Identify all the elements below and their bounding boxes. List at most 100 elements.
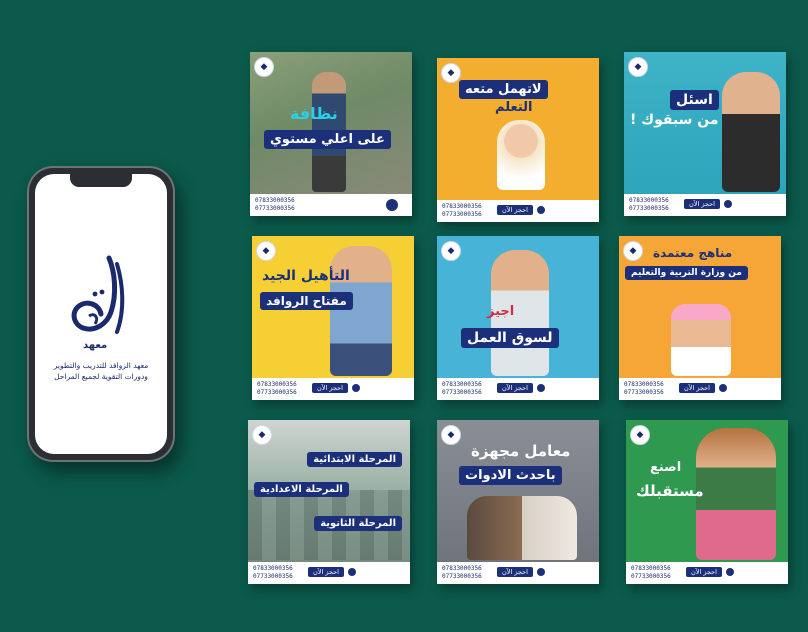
headline-1: لاتهمل متعه bbox=[459, 80, 548, 99]
phone-number-1: 07833000356 bbox=[255, 197, 295, 204]
headline-2: المرحلة الاعدادية bbox=[254, 482, 349, 497]
logo-badge: ◆ bbox=[441, 63, 461, 83]
headline-2: لسوق العمل bbox=[461, 328, 559, 348]
poster-footer: 07833000356 07733000356 احجز الآن bbox=[252, 378, 414, 400]
book-now-button: احجز الآن bbox=[308, 567, 344, 577]
caption-line-1: معهد الروافد للتدريب والتطوير bbox=[53, 361, 149, 370]
headline-2: من سبقوك ! bbox=[630, 112, 719, 128]
location-pin-icon bbox=[719, 384, 727, 392]
headline-2: على اعلي مستوي bbox=[264, 130, 391, 149]
headline-1: اسئل bbox=[670, 90, 719, 110]
phone-numbers: 07833000356 07733000356 bbox=[253, 565, 293, 580]
headline-2: مستقبلك bbox=[636, 482, 704, 500]
poster-card-curricula: ◆ مناهج معتمدة من وزارة التربية والتعليم… bbox=[619, 236, 781, 400]
logo-badge: ◆ bbox=[254, 57, 274, 77]
phone-number-1: 07833000356 bbox=[442, 381, 482, 388]
location-pin-icon bbox=[537, 568, 545, 576]
phone-numbers: 07833000356 07733000356 bbox=[629, 197, 669, 212]
book-now-button: احجز الآن bbox=[497, 567, 533, 577]
headline-1: مناهج معتمدة bbox=[653, 246, 733, 260]
phone-notch bbox=[70, 174, 132, 187]
poster-footer: 07833000356 07733000356 احجز الآن bbox=[437, 378, 599, 400]
logo-badge: ◆ bbox=[441, 425, 461, 445]
logo-badge: ◆ bbox=[256, 241, 276, 261]
headline-1: معامل مجهزة bbox=[471, 442, 571, 460]
logo-badge: ◆ bbox=[252, 425, 272, 445]
logo-word: معهد bbox=[83, 340, 108, 351]
poster-footer: 07833000356 07733000356 احجز الآن bbox=[626, 562, 788, 584]
logo-badge: ◆ bbox=[623, 241, 643, 261]
location-pin-icon bbox=[726, 568, 734, 576]
man-photo bbox=[722, 72, 780, 192]
phone-numbers: 07833000356 07733000356 bbox=[442, 381, 482, 396]
icon-row bbox=[386, 199, 398, 211]
poster-footer: 07833000356 07733000356 احجز الآن bbox=[437, 562, 599, 584]
poster-card-future: ◆ اصنع مستقبلك 07833000356 07733000356 اح… bbox=[626, 420, 788, 584]
phone-number-1: 07833000356 bbox=[257, 381, 297, 388]
book-now-button: احجز الآن bbox=[497, 383, 533, 393]
phone-numbers: 07833000356 07733000356 bbox=[442, 203, 482, 218]
institute-logo bbox=[71, 255, 125, 334]
poster-card-labs: ◆ معامل مجهزة باحدث الادوات 07833000356 0… bbox=[437, 420, 599, 584]
headline-1: المرحلة الابتدائية bbox=[307, 452, 402, 467]
headline-1: اصنع bbox=[650, 460, 682, 475]
phone-number-1: 07833000356 bbox=[631, 565, 671, 572]
phone-number-1: 07833000356 bbox=[442, 203, 482, 210]
book-now-button: احجز الآن bbox=[497, 205, 533, 215]
book-now-button: احجز الآن bbox=[684, 199, 720, 209]
student-photo bbox=[330, 246, 392, 376]
headline-2: مفتاح الروافد bbox=[260, 292, 353, 310]
phone-number-2: 07733000356 bbox=[624, 388, 664, 396]
phone-number-2: 07733000356 bbox=[257, 388, 297, 396]
woman-photo bbox=[696, 428, 776, 560]
girl-books-photo bbox=[671, 304, 731, 376]
poster-footer: 07833000356 07733000356 احجز الآن bbox=[624, 194, 786, 216]
headline-2: من وزارة التربية والتعليم bbox=[625, 266, 748, 280]
book-now-button: احجز الآن bbox=[679, 383, 715, 393]
poster-card-ask: ◆ اسئل من سبقوك ! 07833000356 07733000356… bbox=[624, 52, 786, 216]
phone-number-1: 07833000356 bbox=[629, 197, 669, 204]
poster-footer: 07833000356 07733000356 احجز الآن bbox=[248, 562, 410, 584]
logo-badge: ◆ bbox=[628, 57, 648, 77]
phone-number-1: 07833000356 bbox=[624, 381, 664, 388]
book-now-button: احجز الآن bbox=[686, 567, 722, 577]
phone-number-2: 07733000356 bbox=[253, 572, 293, 580]
logo-badge: ◆ bbox=[630, 425, 650, 445]
caption-line-2: ودورات التقوية لجميع المراحل bbox=[54, 372, 148, 381]
phone-numbers: 07833000356 07733000356 bbox=[624, 381, 664, 396]
phone-number-2: 07733000356 bbox=[442, 210, 482, 218]
headline-2: باحدث الادوات bbox=[459, 466, 562, 485]
phone-numbers: 07833000356 07733000356 bbox=[255, 197, 295, 212]
book-now-button: احجز الآن bbox=[312, 383, 348, 393]
phone-number-2: 07733000356 bbox=[255, 204, 295, 212]
location-pin-icon bbox=[348, 568, 356, 576]
poster-card-labor-market: ◆ اجيز لسوق العمل 07833000356 07733000356… bbox=[437, 236, 599, 400]
headline-2: التعلم bbox=[495, 100, 533, 115]
phone-numbers: 07833000356 07733000356 bbox=[631, 565, 671, 580]
poster-card-learning: ◆ لاتهمل متعه التعلم 07833000356 07733000… bbox=[437, 58, 599, 222]
headline-1: اجيز bbox=[487, 304, 515, 319]
location-pin-icon bbox=[537, 206, 545, 214]
poster-card-qualification: ◆ التأهيل الجيد مفتاح الروافد 0783300035… bbox=[252, 236, 414, 400]
poster-card-stages: ◆ المرحلة الابتدائية المرحلة الاعدادية ا… bbox=[248, 420, 410, 584]
phone-number-2: 07733000356 bbox=[629, 204, 669, 212]
phone-screen: معهد معهد الروافد للتدريب والتطوير ودورا… bbox=[35, 174, 167, 454]
phone-number-2: 07733000356 bbox=[631, 572, 671, 580]
poster-footer: 07833000356 07733000356 احجز الآن bbox=[437, 200, 599, 222]
poster-card-cleanliness: ◆ نظافة على اعلي مستوي 07833000356 077330… bbox=[250, 52, 412, 216]
phone-caption: معهد الروافد للتدريب والتطوير ودورات الت… bbox=[39, 360, 163, 382]
location-pin-icon bbox=[537, 384, 545, 392]
logo-badge: ◆ bbox=[441, 241, 461, 261]
headline-1: نظافة bbox=[290, 104, 338, 123]
girl-photo bbox=[497, 120, 545, 190]
location-pin-icon bbox=[724, 200, 732, 208]
phone-numbers: 07833000356 07733000356 bbox=[257, 381, 297, 396]
headline-1: التأهيل الجيد bbox=[262, 268, 350, 284]
poster-footer: 07833000356 07733000356 bbox=[250, 194, 412, 216]
phone-number-1: 07833000356 bbox=[253, 565, 293, 572]
phone-number-2: 07733000356 bbox=[442, 572, 482, 580]
location-pin-icon bbox=[352, 384, 360, 392]
phone-numbers: 07833000356 07733000356 bbox=[442, 565, 482, 580]
lab-photo bbox=[467, 496, 577, 560]
poster-footer: 07833000356 07733000356 احجز الآن bbox=[619, 378, 781, 400]
